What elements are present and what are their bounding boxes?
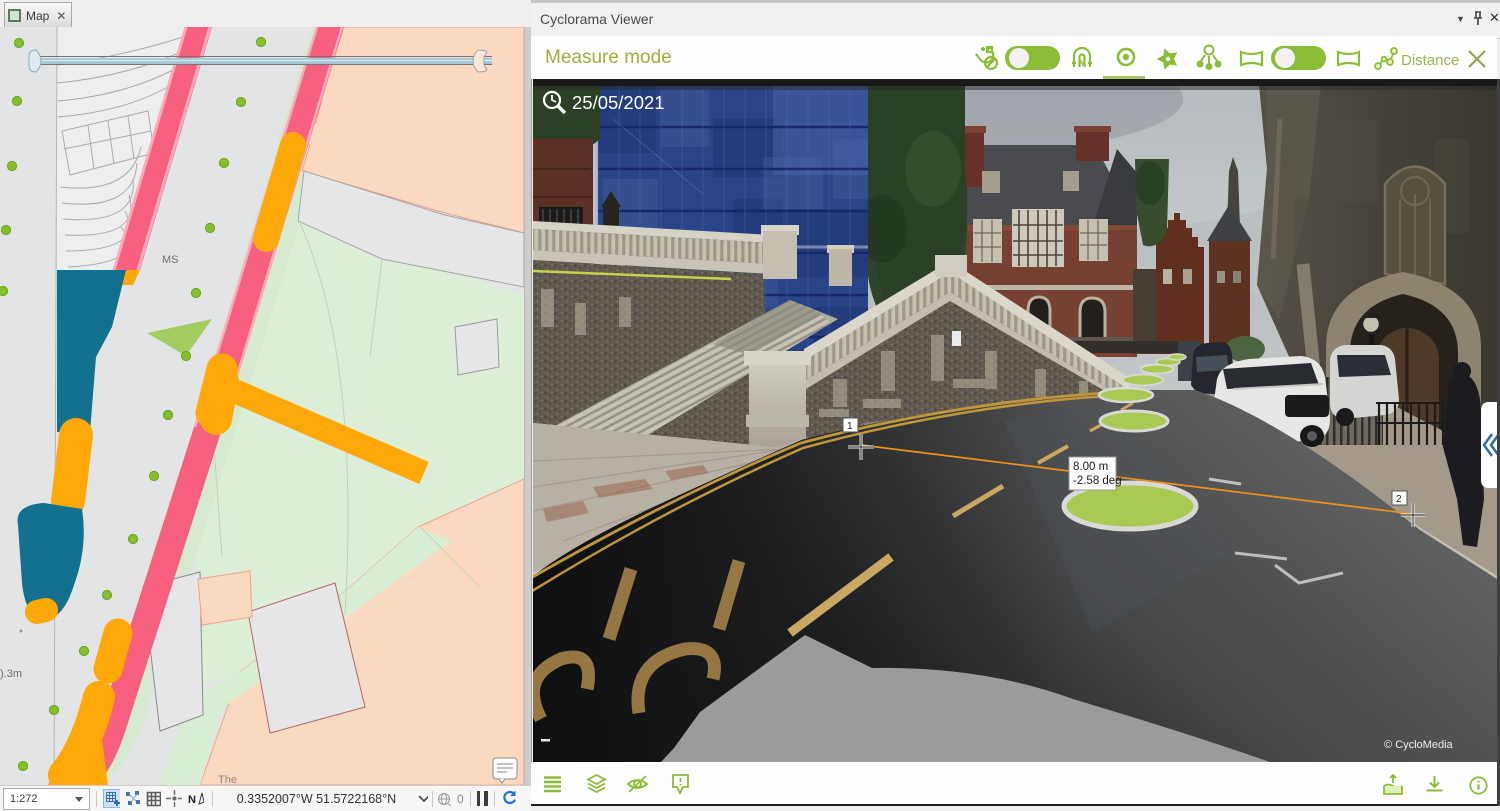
svg-text:).3m: ).3m (0, 668, 22, 680)
svg-text:N: N (188, 794, 196, 806)
svg-text:2: 2 (1396, 494, 1402, 505)
svg-text:MS: MS (162, 254, 179, 266)
svg-text:25/05/2021: 25/05/2021 (572, 92, 665, 113)
svg-text:© CycloMedia: © CycloMedia (1384, 739, 1454, 751)
svg-text:1: 1 (847, 421, 853, 432)
svg-text:-2.58 deg: -2.58 deg (1073, 475, 1122, 487)
svg-text:8.00 m: 8.00 m (1073, 461, 1108, 473)
svg-text:The: The (218, 774, 237, 785)
